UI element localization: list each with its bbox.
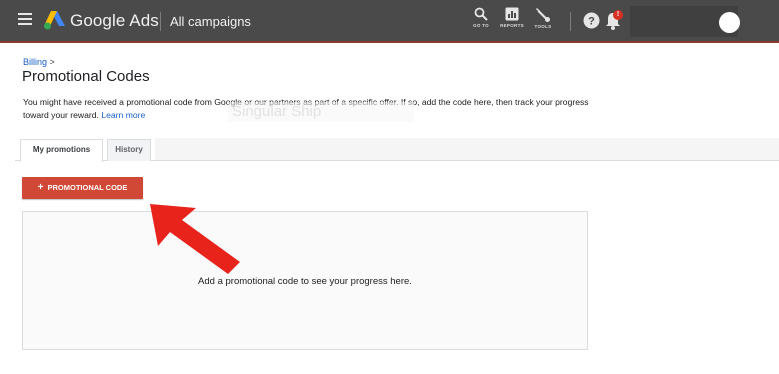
tools-button[interactable]: TOOLS: [528, 7, 558, 37]
goto-button[interactable]: GO TO: [466, 7, 496, 37]
red-arrow: [150, 204, 240, 274]
learn-more-link[interactable]: Learn more: [101, 110, 145, 120]
bar-chart-icon: [505, 7, 519, 21]
goto-label: GO TO: [473, 23, 489, 28]
empty-state-message: Add a promotional code to see your progr…: [198, 276, 412, 287]
svg-text:?: ?: [588, 16, 595, 28]
tab-bar-background: [155, 138, 779, 160]
tab-my-promotions[interactable]: My promotions: [20, 139, 103, 162]
google-ads-logo[interactable]: [42, 9, 68, 31]
page-title: Promotional Codes: [22, 68, 150, 85]
divider: [570, 12, 571, 31]
help-icon[interactable]: ?: [583, 12, 600, 29]
reports-label: REPORTS: [500, 23, 524, 28]
plus-icon: +: [37, 182, 44, 193]
divider: [160, 12, 161, 31]
promotions-empty-panel: Add a promotional code to see your progr…: [22, 211, 588, 350]
watermark: Singular Ship: [228, 102, 414, 122]
hamburger-icon[interactable]: [18, 13, 32, 25]
search-icon: [474, 7, 488, 21]
add-promo-label: PROMOTIONAL CODE: [47, 183, 128, 192]
campaign-scope[interactable]: All campaigns: [170, 14, 251, 29]
tools-label: TOOLS: [534, 24, 552, 29]
tab-history[interactable]: History: [107, 139, 151, 161]
breadcrumb-separator: >: [49, 57, 55, 67]
product-name: Google Ads: [70, 11, 159, 30]
wrench-icon: [536, 8, 550, 22]
avatar[interactable]: [719, 12, 740, 33]
top-app-bar: Google Ads All campaigns GO TO REPORTS T…: [0, 0, 779, 43]
breadcrumb-billing-link[interactable]: Billing: [23, 57, 47, 67]
breadcrumb: Billing >: [23, 57, 55, 67]
notification-badge: !: [613, 10, 623, 20]
reports-button[interactable]: REPORTS: [497, 7, 527, 37]
add-promotional-code-button[interactable]: + PROMOTIONAL CODE: [22, 177, 143, 199]
